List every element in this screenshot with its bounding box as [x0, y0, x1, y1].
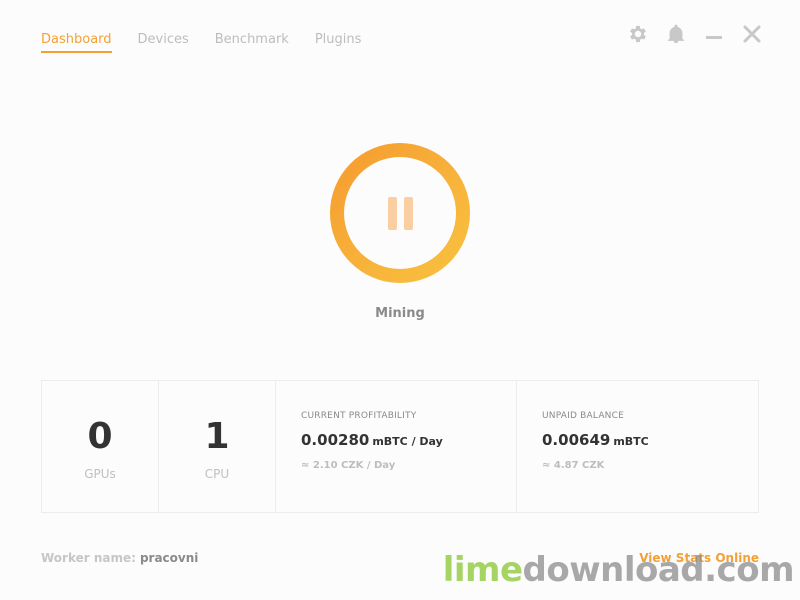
balance-value: 0.00649: [542, 431, 611, 449]
worker-label: Worker name:: [41, 551, 136, 565]
pause-icon: [344, 157, 456, 269]
balance-card: UNPAID BALANCE 0.00649 mBTC ≈ 4.87 CZK: [517, 381, 758, 512]
tab-dashboard[interactable]: Dashboard: [41, 32, 112, 53]
profitability-value-row: 0.00280 mBTC / Day: [301, 431, 516, 449]
main-nav: Dashboard Devices Benchmark Plugins: [41, 32, 387, 53]
profitability-card: CURRENT PROFITABILITY 0.00280 mBTC / Day …: [276, 381, 517, 512]
stats-panel: 0 GPUs 1 CPU CURRENT PROFITABILITY 0.002…: [41, 380, 759, 513]
watermark-logo: limedownload.com: [442, 550, 795, 590]
tab-plugins[interactable]: Plugins: [315, 32, 362, 53]
cpu-count: 1: [204, 416, 230, 457]
gear-icon[interactable]: [626, 22, 650, 46]
balance-title: UNPAID BALANCE: [542, 411, 624, 421]
pause-bar-right: [403, 196, 413, 230]
mining-status-label: Mining: [375, 306, 425, 321]
tab-devices[interactable]: Devices: [138, 32, 189, 53]
pause-bar-left: [387, 196, 397, 230]
mining-toggle-button[interactable]: [330, 143, 470, 283]
tab-benchmark[interactable]: Benchmark: [215, 32, 289, 53]
worker-info: Worker name: pracovni: [41, 551, 198, 565]
worker-name: pracovni: [139, 551, 199, 565]
minimize-icon[interactable]: [702, 22, 726, 46]
profitability-title: CURRENT PROFITABILITY: [301, 411, 417, 421]
profitability-unit: mBTC / Day: [372, 435, 443, 448]
profitability-fiat: ≈ 2.10 CZK / Day: [301, 460, 396, 471]
cpu-count-card: 1 CPU: [159, 381, 276, 512]
balance-value-row: 0.00649 mBTC: [542, 431, 758, 449]
balance-unit: mBTC: [613, 435, 649, 448]
gpu-count: 0: [87, 416, 113, 457]
gpu-label: GPUs: [84, 467, 116, 481]
watermark-part1: lime: [442, 550, 523, 590]
close-icon[interactable]: [740, 22, 764, 46]
profitability-value: 0.00280: [301, 431, 370, 449]
window-controls: [626, 22, 764, 46]
watermark-part2: download.com: [522, 550, 795, 590]
balance-fiat: ≈ 4.87 CZK: [542, 460, 605, 471]
cpu-label: CPU: [204, 467, 230, 481]
bell-icon[interactable]: [664, 22, 688, 46]
gpu-count-card: 0 GPUs: [42, 381, 159, 512]
